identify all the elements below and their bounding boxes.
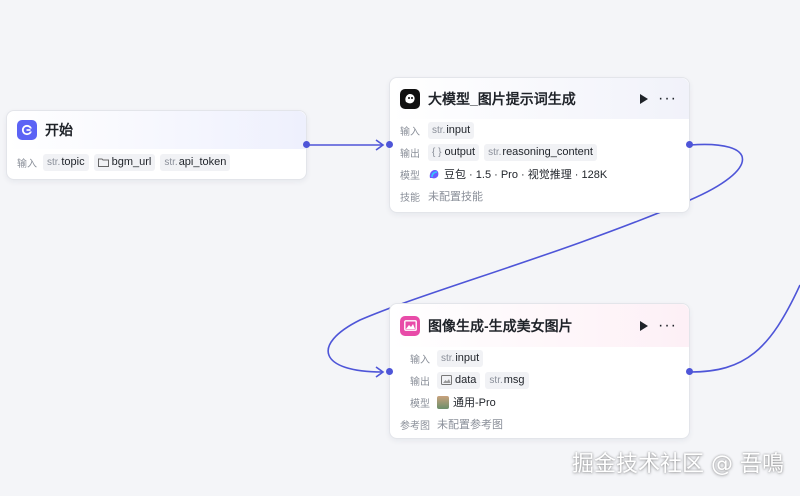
image-node[interactable]: 图像生成-生成美女图片 ··· 输入 str. input 输出 data str… <box>389 303 690 439</box>
image-input-label: 输入 <box>410 354 430 366</box>
llm-input-label: 输入 <box>400 126 420 138</box>
start-node[interactable]: 开始 输入 str. topic bgm_url str. api_token <box>6 110 307 180</box>
folder-icon <box>97 158 109 167</box>
image-output-msg: str. msg <box>485 371 529 389</box>
image-node-icon <box>400 315 420 336</box>
image-icon <box>441 375 452 385</box>
edge-image-out <box>689 284 800 373</box>
image-input-port[interactable] <box>386 368 393 375</box>
start-input-topic: str. topic <box>43 153 89 171</box>
start-output-port[interactable] <box>303 141 310 148</box>
image-ref-label: 参考图 <box>400 420 430 432</box>
image-model-label: 模型 <box>410 398 430 410</box>
start-node-icon <box>17 120 37 140</box>
llm-node-icon <box>400 88 420 109</box>
start-input-bgm-url: bgm_url <box>93 153 156 171</box>
watermark: 掘金技术社区 @ 吾鳴 <box>572 452 784 477</box>
llm-skill-value: 未配置技能 <box>428 191 483 203</box>
image-output-label: 输出 <box>410 376 430 388</box>
image-input-tag: str. input <box>437 349 484 367</box>
run-icon[interactable] <box>640 320 649 331</box>
llm-input-tag: str. input <box>428 121 475 139</box>
arrowhead-image <box>375 366 385 378</box>
doubao-logo-icon <box>429 170 439 179</box>
start-node-title: 开始 <box>45 122 73 138</box>
llm-output-label: 输出 <box>400 148 420 160</box>
more-icon[interactable]: ··· <box>658 90 677 106</box>
run-icon[interactable] <box>640 93 649 104</box>
llm-node[interactable]: 大模型_图片提示词生成 ··· 输入 str. input 输出 { } outpu… <box>389 77 690 213</box>
image-model-value: 通用-Pro <box>453 397 496 409</box>
start-input-label: 输入 <box>17 158 37 170</box>
llm-node-title: 大模型_图片提示词生成 <box>428 90 576 107</box>
llm-skill-label: 技能 <box>400 192 420 204</box>
image-output-port[interactable] <box>686 368 693 375</box>
llm-input-port[interactable] <box>386 141 393 148</box>
start-input-api-token: str. api_token <box>160 153 231 171</box>
image-ref-value: 未配置参考图 <box>437 419 503 431</box>
model-thumbnail-icon <box>437 395 449 409</box>
llm-output-reasoning: str. reasoning_content <box>484 143 597 161</box>
llm-model-label: 模型 <box>400 170 420 182</box>
image-node-title: 图像生成-生成美女图片 <box>428 317 573 334</box>
more-icon[interactable]: ··· <box>658 317 677 333</box>
llm-output-object: { } output <box>428 143 480 161</box>
llm-output-port[interactable] <box>686 141 693 148</box>
llm-model-value: 豆包 · 1.5 · Pro · 视觉推理 · 128K <box>444 169 608 181</box>
arrowhead-llm <box>375 139 385 151</box>
image-output-data: data <box>437 371 481 389</box>
